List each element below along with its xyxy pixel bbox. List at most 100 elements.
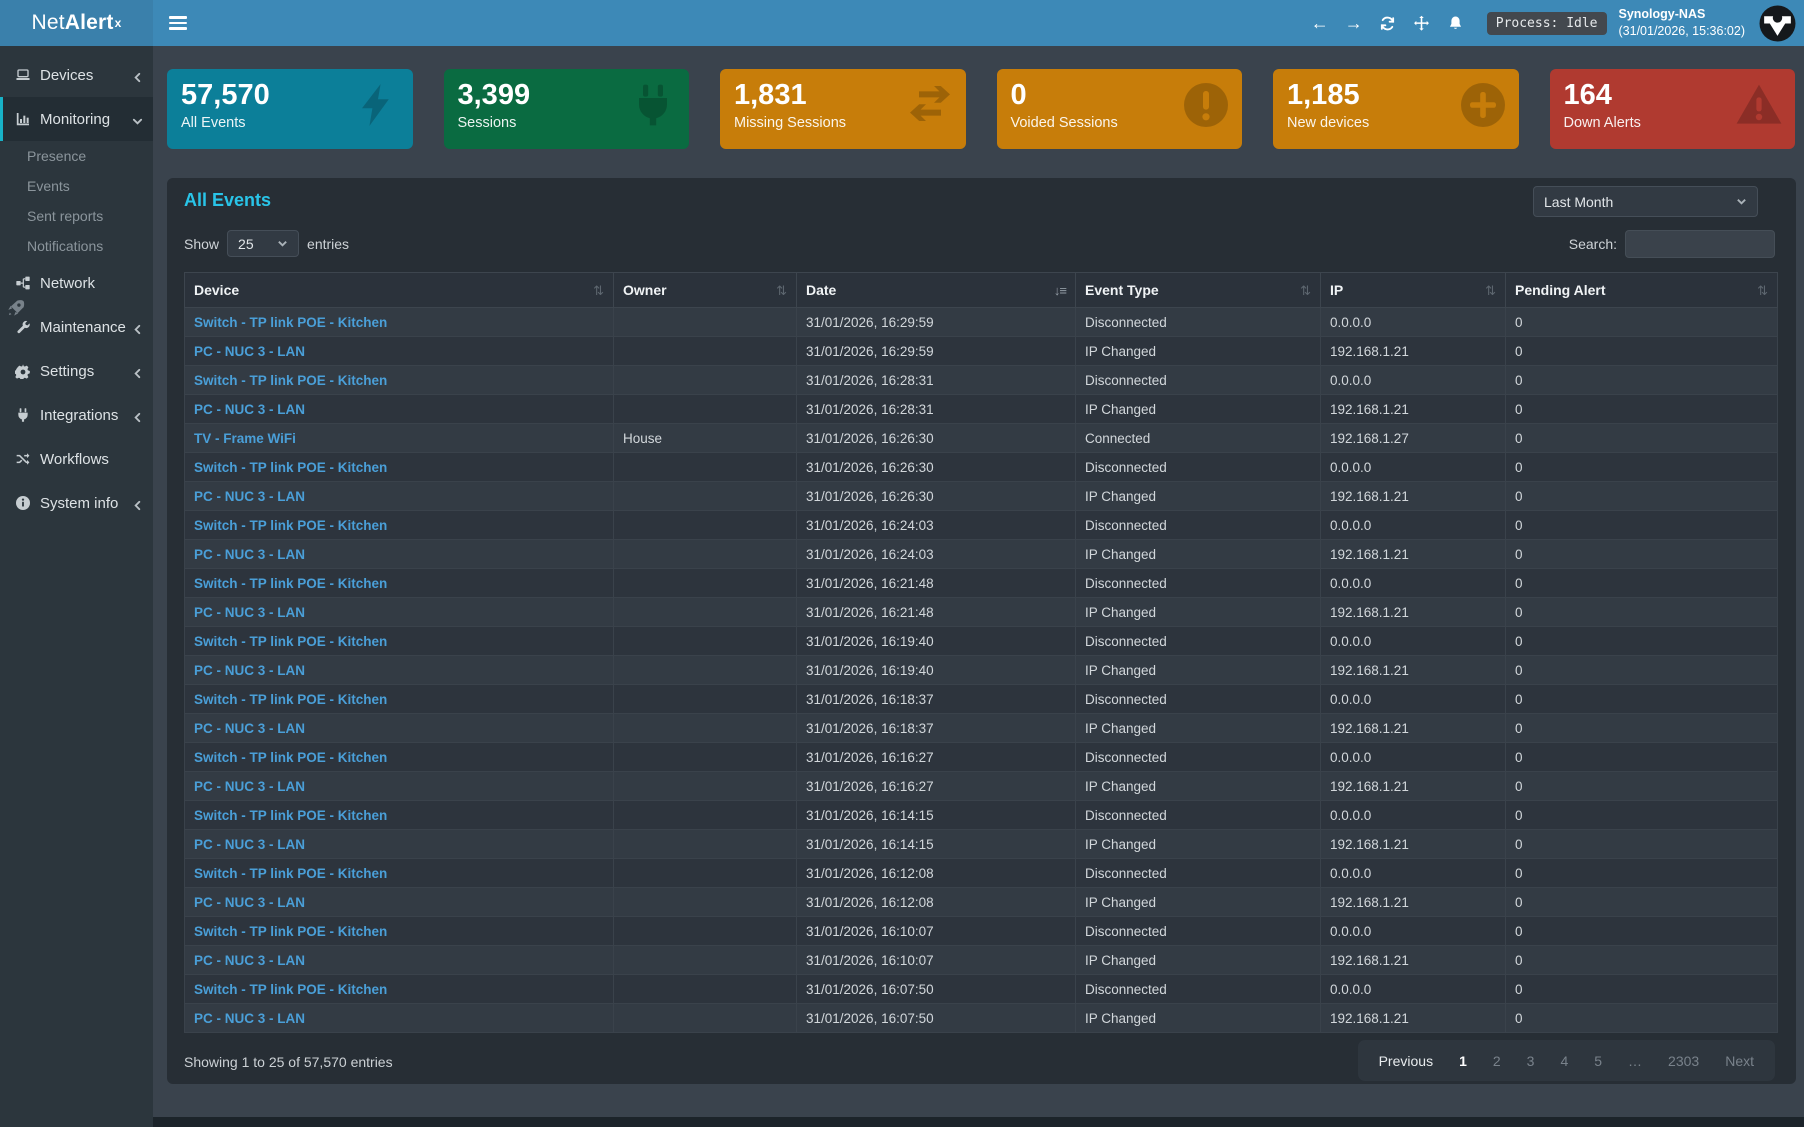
device-link[interactable]: PC - NUC 3 - LAN [185,598,614,627]
table-cell [614,888,797,917]
bell-icon[interactable] [1439,0,1473,46]
sidebar-subitem-sent-reports[interactable]: Sent reports [0,201,153,231]
refresh-icon[interactable] [1371,0,1405,46]
device-link[interactable]: Switch - TP link POE - Kitchen [185,511,614,540]
device-link[interactable]: TV - Frame WiFi [185,424,614,453]
stat-card-all-events[interactable]: 57,570All Events [167,69,413,149]
page-button-previous[interactable]: Previous [1366,1053,1446,1069]
device-link[interactable]: PC - NUC 3 - LAN [185,540,614,569]
table-cell: 31/01/2026, 16:28:31 [797,395,1076,424]
page-button-1[interactable]: 1 [1446,1053,1480,1069]
table-cell: 0.0.0.0 [1321,917,1506,946]
table-cell: 0 [1506,743,1778,772]
app-logo[interactable]: NetAlertx [0,0,153,46]
rocket-icon[interactable] [6,298,26,318]
stat-card-new-devices[interactable]: 1,185New devices [1273,69,1519,149]
device-link[interactable]: Switch - TP link POE - Kitchen [185,743,614,772]
back-arrow-icon[interactable]: ← [1303,0,1337,46]
sidebar-toggle-icon[interactable] [155,0,201,46]
stat-card-voided-sessions[interactable]: 0Voided Sessions [997,69,1243,149]
table-cell: 0 [1506,772,1778,801]
device-link[interactable]: PC - NUC 3 - LAN [185,395,614,424]
shuffle-icon [14,451,31,468]
sidebar-item-integrations[interactable]: Integrations [0,393,153,437]
column-header-pending-alert[interactable]: Pending Alert [1506,273,1778,308]
table-cell: Disconnected [1076,917,1321,946]
sidebar-item-system-info[interactable]: System info [0,481,153,525]
page-button-5[interactable]: 5 [1581,1053,1615,1069]
stat-card-missing-sessions[interactable]: 1,831Missing Sessions [720,69,966,149]
device-link[interactable]: Switch - TP link POE - Kitchen [185,569,614,598]
device-link[interactable]: Switch - TP link POE - Kitchen [185,366,614,395]
device-link[interactable]: Switch - TP link POE - Kitchen [185,308,614,337]
device-link[interactable]: PC - NUC 3 - LAN [185,337,614,366]
table-cell: 0 [1506,453,1778,482]
page-button-2[interactable]: 2 [1480,1053,1514,1069]
column-header-ip[interactable]: IP [1321,273,1506,308]
device-link[interactable]: PC - NUC 3 - LAN [185,888,614,917]
search-input[interactable] [1625,230,1775,258]
table-cell: 0.0.0.0 [1321,453,1506,482]
table-row: PC - NUC 3 - LAN31/01/2026, 16:29:59IP C… [185,337,1778,366]
table-row: PC - NUC 3 - LAN31/01/2026, 16:24:03IP C… [185,540,1778,569]
sidebar-item-settings[interactable]: Settings [0,349,153,393]
device-link[interactable]: PC - NUC 3 - LAN [185,656,614,685]
table-row: PC - NUC 3 - LAN31/01/2026, 16:19:40IP C… [185,656,1778,685]
table-row: PC - NUC 3 - LAN31/01/2026, 16:28:31IP C… [185,395,1778,424]
sidebar-subitem-presence[interactable]: Presence [0,141,153,171]
move-icon[interactable] [1405,0,1439,46]
chevron-down-icon [132,114,143,125]
device-link[interactable]: PC - NUC 3 - LAN [185,1004,614,1033]
sidebar-subitem-notifications[interactable]: Notifications [0,231,153,261]
page-button-3[interactable]: 3 [1514,1053,1548,1069]
table-cell: 0 [1506,395,1778,424]
table-row: Switch - TP link POE - Kitchen31/01/2026… [185,627,1778,656]
device-link[interactable]: Switch - TP link POE - Kitchen [185,453,614,482]
sidebar-item-devices[interactable]: Devices [0,53,153,97]
page-button-2303[interactable]: 2303 [1655,1053,1712,1069]
device-link[interactable]: PC - NUC 3 - LAN [185,830,614,859]
chevron-left-icon [132,498,143,509]
page-button-4[interactable]: 4 [1547,1053,1581,1069]
table-row: PC - NUC 3 - LAN31/01/2026, 16:16:27IP C… [185,772,1778,801]
device-link[interactable]: PC - NUC 3 - LAN [185,714,614,743]
table-row: Switch - TP link POE - Kitchen31/01/2026… [185,801,1778,830]
column-header-owner[interactable]: Owner [614,273,797,308]
column-header-label: Device [194,282,239,298]
sidebar-item-label: Monitoring [40,111,132,128]
sidebar-item-monitoring[interactable]: Monitoring [0,97,153,141]
column-header-label: Pending Alert [1515,282,1606,298]
page-button-next[interactable]: Next [1712,1053,1767,1069]
column-header-device[interactable]: Device [185,273,614,308]
column-header-event-type[interactable]: Event Type [1076,273,1321,308]
device-link[interactable]: Switch - TP link POE - Kitchen [185,685,614,714]
forward-arrow-icon[interactable]: → [1337,0,1371,46]
table-row: Switch - TP link POE - Kitchen 31/01/2026… [185,685,1778,714]
table-cell: 0.0.0.0 [1321,366,1506,395]
device-link[interactable]: PC - NUC 3 - LAN [185,482,614,511]
table-cell: 0 [1506,888,1778,917]
table-cell: Disconnected [1076,627,1321,656]
table-cell: 31/01/2026, 16:18:37 [797,685,1076,714]
column-header-date[interactable]: Date [797,273,1076,308]
device-link[interactable]: Switch - TP link POE - Kitchen [185,859,614,888]
device-link[interactable]: Switch - TP link POE - Kitchen [185,975,614,1004]
stat-card-sessions[interactable]: 3,399Sessions [444,69,690,149]
page-length-select[interactable]: 25 [227,230,299,257]
table-cell: 192.168.1.21 [1321,714,1506,743]
sidebar-item-workflows[interactable]: Workflows [0,437,153,481]
stat-card-down-alerts[interactable]: 164Down Alerts [1550,69,1796,149]
device-link[interactable]: Switch - TP link POE - Kitchen [185,917,614,946]
table-cell: 192.168.1.27 [1321,424,1506,453]
device-link[interactable]: PC - NUC 3 - LAN [185,772,614,801]
sidebar-subitem-events[interactable]: Events [0,171,153,201]
process-status-badge: Process: Idle [1487,12,1607,35]
table-cell: Connected [1076,424,1321,453]
device-link[interactable]: Switch - TP link POE - Kitchen [185,627,614,656]
device-link[interactable]: Switch - TP link POE - Kitchen [185,801,614,830]
page-button-…[interactable]: … [1615,1053,1655,1069]
device-link[interactable]: PC - NUC 3 - LAN [185,946,614,975]
period-select[interactable]: Last Month [1533,186,1758,217]
user-avatar[interactable] [1759,5,1796,42]
pagination: Previous12345…2303Next [1358,1040,1775,1081]
